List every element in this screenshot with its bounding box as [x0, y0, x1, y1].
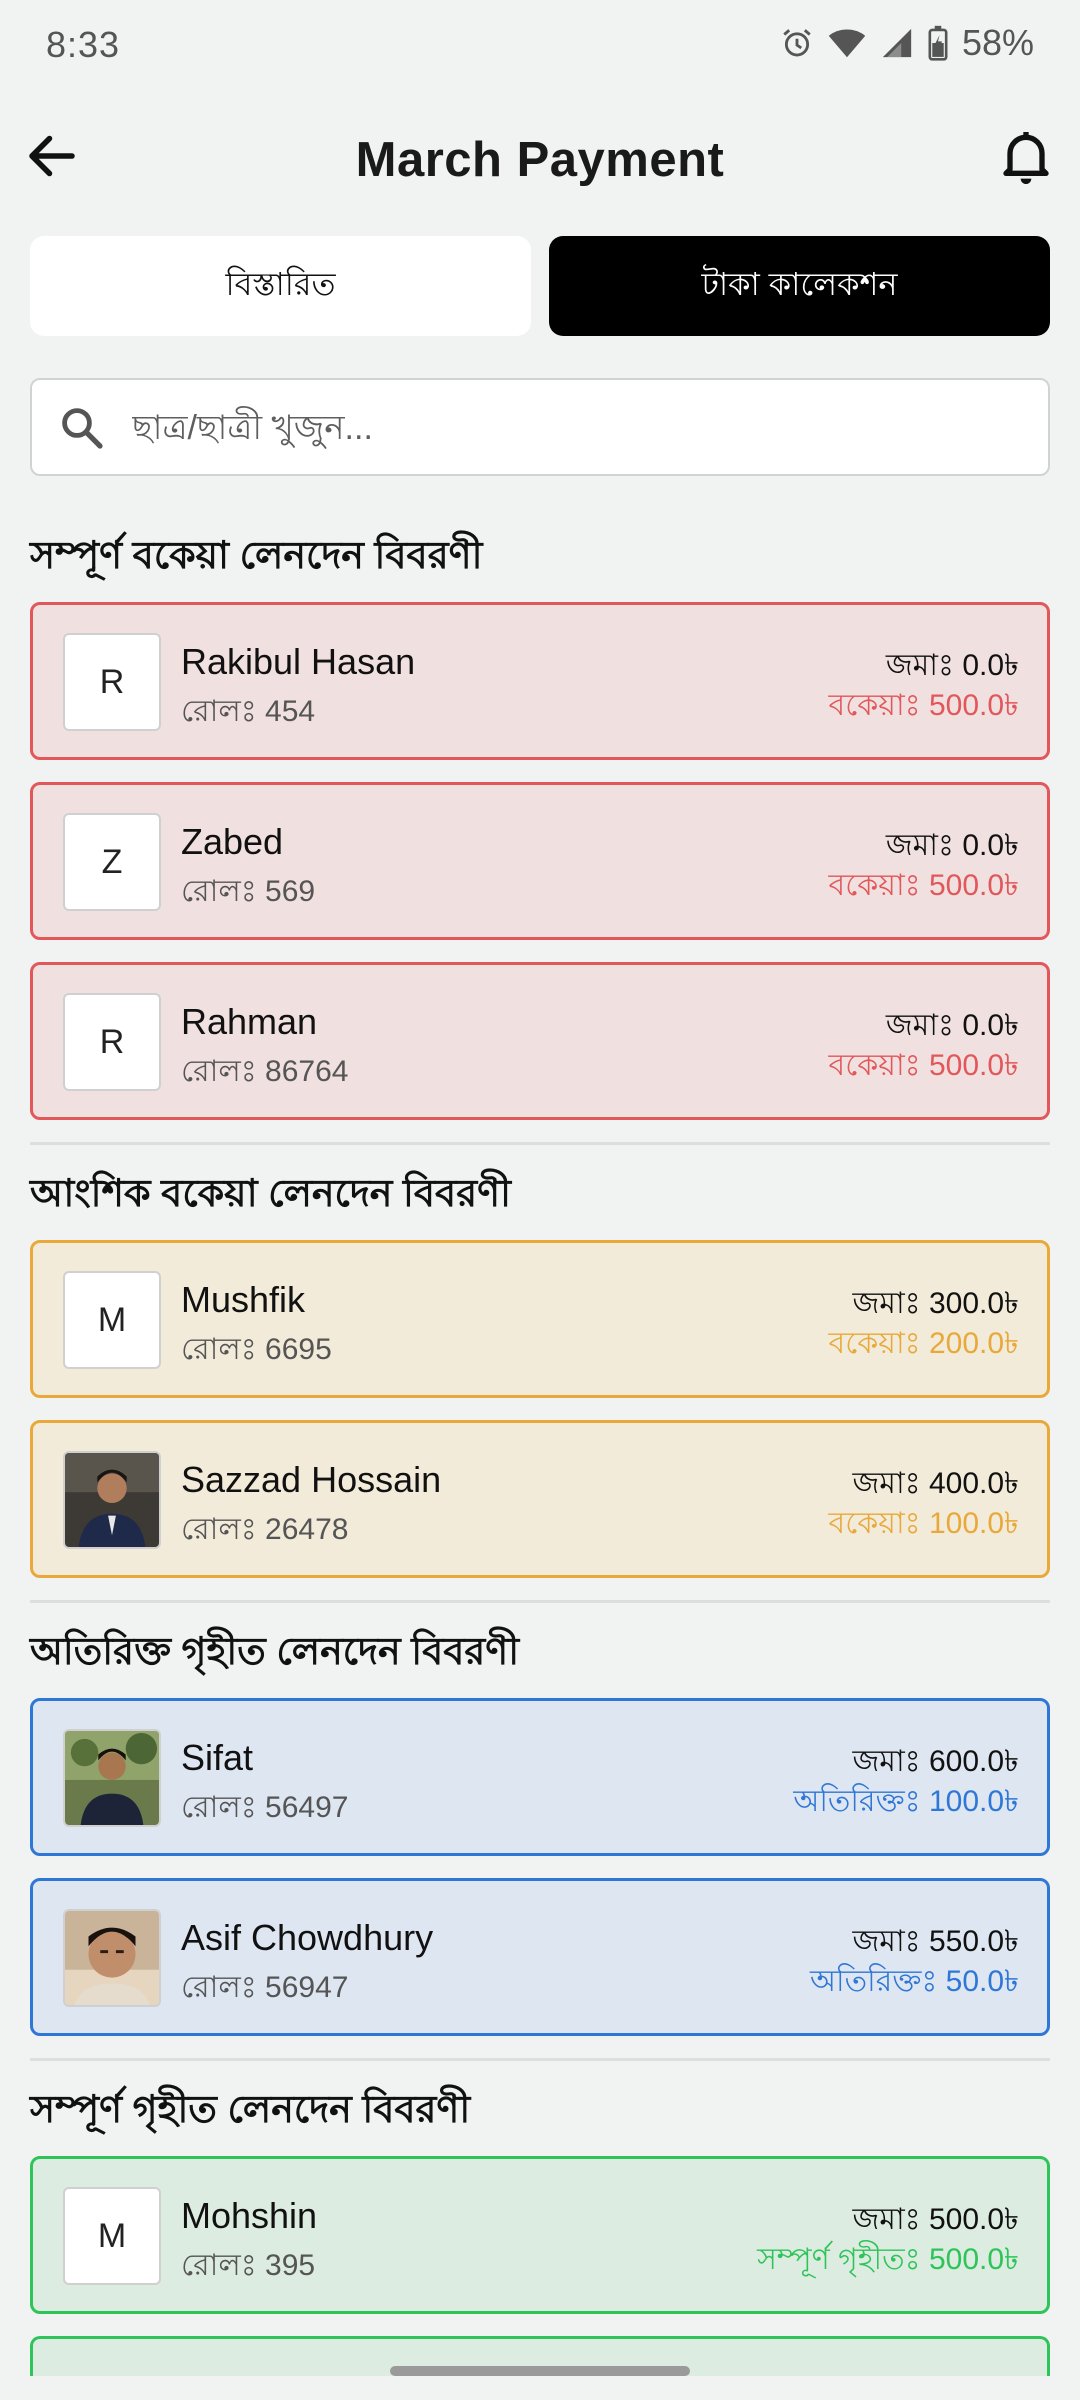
search-input[interactable] [130, 380, 1014, 476]
section-divider [30, 2058, 1050, 2061]
section-title-partial-due: আংশিক বকেয়া লেনদেন বিবরণী [30, 1173, 511, 1215]
status-bar: 8:33 58% [0, 0, 1080, 92]
student-name: Sazzad Hossain [181, 1459, 442, 1500]
student-card[interactable]: R Rakibul Hasan রোলঃ 454 জমাঃ 0.0৳ বকেয়… [30, 602, 1050, 760]
student-name: Rakibul Hasan [181, 641, 416, 682]
avatar: R [63, 993, 161, 1091]
student-roll: রোলঃ 569 [181, 875, 316, 908]
avatar-photo [63, 1729, 161, 1827]
student-card[interactable]: R Rahman রোলঃ 86764 জমাঃ 0.0৳ বকেয়াঃ 50… [30, 962, 1050, 1120]
student-name: Rahman [181, 1001, 318, 1042]
section-title-fully-received: সম্পূর্ণ গৃহীত লেনদেন বিবরণী [30, 2089, 471, 2131]
student-roll: রোলঃ 395 [181, 2249, 316, 2282]
status-icons: 58% [780, 22, 1034, 64]
student-name: Mohshin [181, 2195, 318, 2236]
student-card[interactable]: Sazzad Hossain রোলঃ 26478 জমাঃ 400.0৳ বক… [30, 1420, 1050, 1578]
due-amount: বকেয়াঃ 100.0৳ [828, 1507, 1019, 1540]
avatar: M [63, 2187, 161, 2285]
student-card[interactable]: M Mohshin রোলঃ 395 জমাঃ 500.0৳ সম্পূর্ণ … [30, 2156, 1050, 2314]
section-divider [30, 1142, 1050, 1145]
search-icon [62, 408, 103, 449]
extra-amount: অতিরিক্তঃ 100.0৳ [793, 1785, 1019, 1818]
student-name: Asif Chowdhury [181, 1917, 434, 1958]
avatar-photo [63, 1451, 161, 1549]
page-title: March Payment [355, 133, 725, 187]
student-name: Zabed [181, 821, 284, 862]
avatar-photo [63, 1909, 161, 2007]
notification-button[interactable] [994, 124, 1058, 188]
avatar: R [63, 633, 161, 731]
bell-icon [1003, 132, 1049, 184]
avatar: M [63, 1271, 161, 1369]
avatar: Z [63, 813, 161, 911]
student-name: Sifat [181, 1737, 254, 1778]
student-card[interactable]: Asif Chowdhury রোলঃ 56947 জমাঃ 550.0৳ অত… [30, 1878, 1050, 2036]
tab-details[interactable]: বিস্তারিত [30, 236, 531, 336]
app-header: March Payment [0, 120, 1080, 200]
student-card[interactable]: Sifat রোলঃ 56497 জমাঃ 600.0৳ অতিরিক্তঃ 1… [30, 1698, 1050, 1856]
section-title-extra-received: অতিরিক্ত গৃহীত লেনদেন বিবরণী [30, 1631, 520, 1673]
tab-money-collection[interactable]: টাকা কালেকশন [549, 236, 1050, 336]
student-roll: রোলঃ 56947 [181, 1971, 349, 2004]
student-name: Mushfik [181, 1279, 306, 1320]
student-roll: রোলঃ 56497 [181, 1791, 349, 1824]
battery-icon [928, 25, 948, 61]
student-roll: রোলঃ 6695 [181, 1333, 332, 1366]
due-amount: বকেয়াঃ 200.0৳ [828, 1327, 1019, 1360]
search-box [30, 378, 1050, 476]
tab-bar: বিস্তারিত টাকা কালেকশন [30, 236, 1050, 336]
student-roll: রোলঃ 86764 [181, 1055, 349, 1088]
extra-amount: অতিরিক্তঃ 50.0৳ [810, 1965, 1019, 1998]
home-indicator[interactable] [390, 2366, 690, 2376]
section-title-full-due: সম্পূর্ণ বকেয়া লেনদেন বিবরণী [30, 535, 483, 577]
received-amount: সম্পূর্ণ গৃহীতঃ 500.0৳ [757, 2243, 1019, 2276]
section-divider [30, 1600, 1050, 1603]
battery-level: 58% [961, 22, 1034, 63]
due-amount: বকেয়াঃ 500.0৳ [828, 869, 1019, 902]
wifi-icon [828, 26, 866, 60]
student-card[interactable]: Z Zabed রোলঃ 569 জমাঃ 0.0৳ বকেয়াঃ 500.0… [30, 782, 1050, 940]
student-roll: রোলঃ 26478 [181, 1513, 349, 1546]
student-roll: রোলঃ 454 [181, 695, 316, 728]
due-amount: বকেয়াঃ 500.0৳ [828, 1049, 1019, 1082]
status-time: 8:33 [46, 24, 121, 65]
alarm-icon [780, 26, 814, 60]
due-amount: বকেয়াঃ 500.0৳ [828, 689, 1019, 722]
student-card[interactable]: M Mushfik রোলঃ 6695 জমাঃ 300.0৳ বকেয়াঃ … [30, 1240, 1050, 1398]
signal-icon [880, 26, 914, 60]
